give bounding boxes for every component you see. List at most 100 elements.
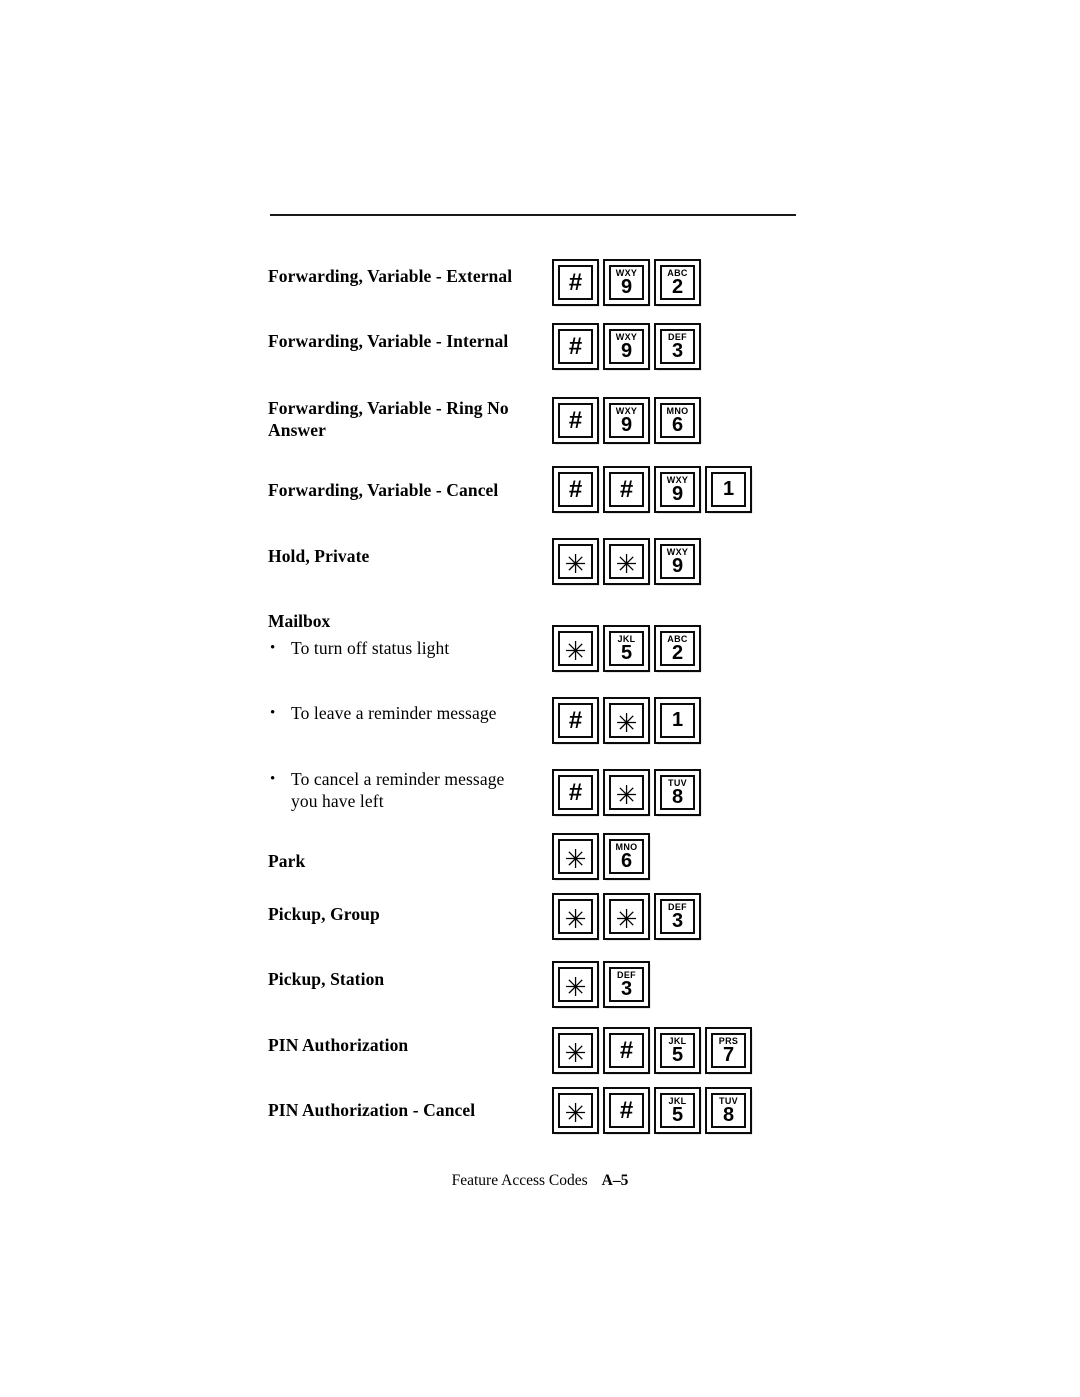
keypad-key-9: WXY 9 (603, 259, 651, 307)
keypad-sequence: ✳ JKL 5 ABC 2 (552, 625, 702, 673)
key-digit: 6 (671, 413, 684, 436)
key-face: WXY 9 (609, 329, 644, 364)
keypad-key-1: 1 (654, 697, 702, 745)
keypad-sequence: ✳ DEF 3 (552, 961, 651, 1009)
key-digit: ✳ (615, 548, 638, 579)
key-face: # (609, 472, 644, 507)
key-face: JKL 5 (660, 1093, 695, 1128)
key-digit: 2 (671, 641, 684, 664)
footer-section-title: Feature Access Codes (451, 1172, 588, 1189)
key-face: JKL 5 (660, 1033, 695, 1068)
key-digit: 6 (620, 849, 633, 872)
feature-bullet-label: To cancel a reminder message you have le… (268, 769, 551, 812)
key-face: ✳ (609, 775, 644, 810)
key-face: JKL 5 (609, 631, 644, 666)
keypad-key-star: ✳ (552, 893, 600, 941)
key-digit: # (568, 333, 583, 360)
keypad-key-2: ABC 2 (654, 259, 702, 307)
key-face: ✳ (609, 544, 644, 579)
keypad-key-hash: # (552, 397, 600, 445)
keypad-sequence: # WXY 9 DEF 3 (552, 323, 702, 371)
key-digit: ✳ (564, 1097, 587, 1128)
key-face: WXY 9 (660, 544, 695, 579)
key-face: MNO 6 (609, 839, 644, 874)
key-digit: 9 (620, 413, 633, 436)
keypad-key-5: JKL 5 (654, 1087, 702, 1135)
feature-label: Forwarding, Variable - External (268, 266, 513, 286)
keypad-sequence: # # WXY 9 1 (552, 466, 753, 514)
key-face: # (558, 775, 593, 810)
keypad-key-hash: # (603, 466, 651, 514)
keypad-key-9: WXY 9 (654, 466, 702, 514)
key-digit: ✳ (615, 779, 638, 810)
keypad-key-hash: # (552, 323, 600, 371)
page-footer: Feature Access Codes A–5 (0, 1172, 1080, 1190)
key-face: ✳ (558, 1093, 593, 1128)
feature-label: Forwarding, Variable - Cancel (268, 480, 499, 500)
key-digit: 9 (671, 554, 684, 577)
key-digit: ✳ (564, 635, 587, 666)
key-face: 1 (711, 472, 746, 507)
keypad-sequence: ✳ # JKL 5 PRS 7 (552, 1027, 753, 1075)
key-digit: # (619, 476, 634, 503)
key-digit: 5 (671, 1103, 684, 1126)
key-digit: # (619, 1037, 634, 1064)
keypad-sequence: ✳ # JKL 5 TUV 8 (552, 1087, 753, 1135)
key-digit: 5 (671, 1043, 684, 1066)
keypad-sequence: # ✳ TUV 8 (552, 769, 702, 817)
key-digit: 9 (620, 275, 633, 298)
key-digit: 8 (671, 785, 684, 808)
key-digit: 1 (671, 709, 684, 731)
key-digit: # (619, 1097, 634, 1124)
keypad-key-9: WXY 9 (603, 323, 651, 371)
keypad-key-hash: # (603, 1027, 651, 1075)
key-digit: ✳ (615, 707, 638, 738)
key-face: ✳ (558, 839, 593, 874)
key-digit: ✳ (564, 971, 587, 1002)
key-digit: # (568, 407, 583, 434)
keypad-key-star: ✳ (552, 961, 600, 1009)
key-face: 1 (660, 703, 695, 738)
key-face: WXY 9 (609, 265, 644, 300)
key-face: MNO 6 (660, 403, 695, 438)
key-face: ✳ (609, 703, 644, 738)
keypad-key-6: MNO 6 (654, 397, 702, 445)
key-face: DEF 3 (660, 899, 695, 934)
keypad-sequence: ✳ ✳ WXY 9 (552, 538, 702, 586)
keypad-key-star: ✳ (552, 625, 600, 673)
key-digit: 3 (671, 909, 684, 932)
key-digit: 9 (671, 482, 684, 505)
keypad-key-star: ✳ (603, 697, 651, 745)
keypad-key-star: ✳ (552, 833, 600, 881)
key-digit: 3 (620, 977, 633, 1000)
key-digit: # (568, 476, 583, 503)
section-heading: Mailbox (268, 611, 331, 631)
key-face: WXY 9 (609, 403, 644, 438)
key-face: # (609, 1093, 644, 1128)
feature-label: Park (268, 851, 306, 871)
key-face: PRS 7 (711, 1033, 746, 1068)
keypad-key-1: 1 (705, 466, 753, 514)
key-face: # (558, 403, 593, 438)
keypad-key-3: DEF 3 (603, 961, 651, 1009)
key-digit: 7 (722, 1043, 735, 1066)
key-face: # (558, 329, 593, 364)
key-digit: 1 (722, 478, 735, 500)
key-face: ABC 2 (660, 265, 695, 300)
keypad-key-star: ✳ (552, 1027, 600, 1075)
key-face: DEF 3 (609, 967, 644, 1002)
key-face: ✳ (558, 1033, 593, 1068)
feature-bullet-label: To turn off status light (268, 638, 551, 660)
key-digit: ✳ (564, 548, 587, 579)
key-digit: ✳ (564, 1037, 587, 1068)
key-face: DEF 3 (660, 329, 695, 364)
feature-label: PIN Authorization - Cancel (268, 1100, 476, 1120)
keypad-key-hash: # (552, 769, 600, 817)
key-digit: 5 (620, 641, 633, 664)
feature-label: Forwarding, Variable - Internal (268, 331, 509, 351)
key-face: TUV 8 (660, 775, 695, 810)
key-digit: ✳ (615, 903, 638, 934)
key-face: # (609, 1033, 644, 1068)
key-digit: 2 (671, 275, 684, 298)
keypad-key-7: PRS 7 (705, 1027, 753, 1075)
